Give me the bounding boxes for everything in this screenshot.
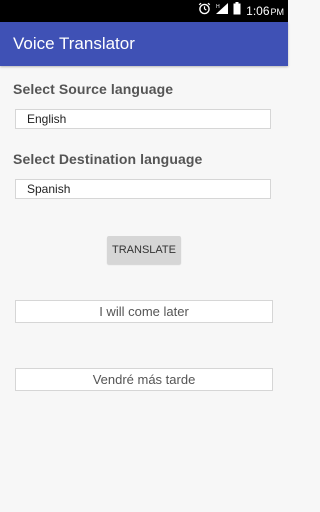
signal-icon: H xyxy=(215,2,229,20)
app-title: Voice Translator xyxy=(13,34,135,53)
translate-button[interactable]: TRANSLATE xyxy=(107,236,181,264)
destination-language-field[interactable]: Spanish xyxy=(15,179,271,199)
source-language-field[interactable]: English xyxy=(15,109,271,129)
status-bar: H 1:06PM xyxy=(0,0,288,22)
destination-language-label: Select Destination language xyxy=(13,151,203,167)
input-text-box[interactable]: I will come later xyxy=(15,300,273,323)
alarm-icon xyxy=(198,2,211,20)
status-icons: H 1:06PM xyxy=(198,0,284,22)
status-ampm: PM xyxy=(270,7,285,17)
battery-icon xyxy=(233,2,241,20)
source-language-label: Select Source language xyxy=(13,81,174,97)
status-time: 1:06PM xyxy=(246,4,284,18)
app-bar: Voice Translator xyxy=(0,22,288,66)
output-text-box: Vendré más tarde xyxy=(15,368,273,391)
svg-text:H: H xyxy=(216,4,220,10)
